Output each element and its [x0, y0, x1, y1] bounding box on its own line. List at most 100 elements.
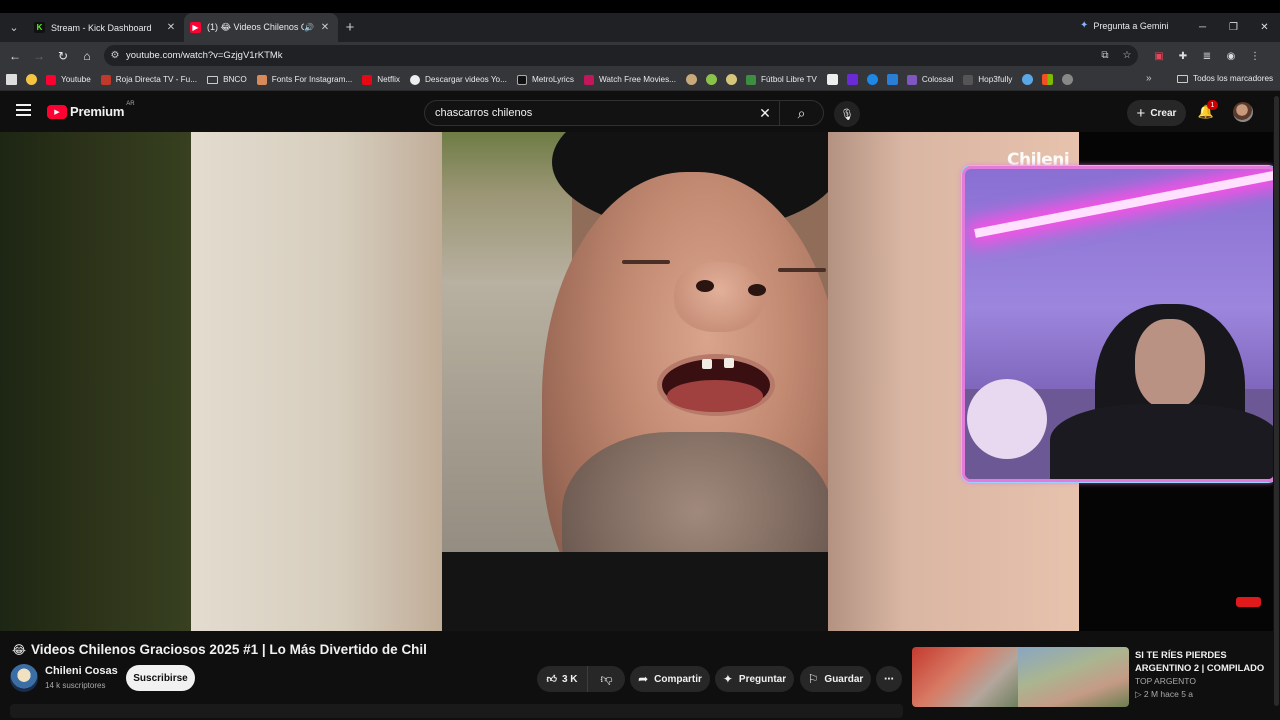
tab-title: (1) 😂 Videos Chilenos Gra — [207, 22, 304, 32]
site-info-icon[interactable]: ⚙ — [104, 50, 126, 61]
clear-search-icon[interactable]: ✕ — [751, 105, 779, 122]
description-box-edge — [10, 704, 903, 718]
back-icon[interactable]: ← — [3, 44, 27, 68]
more-actions-icon[interactable]: ⋯ — [876, 666, 902, 692]
dislike-button[interactable]: 👎︎ — [588, 666, 625, 692]
bookmark-icon-e[interactable] — [866, 74, 878, 85]
subscribe-button[interactable]: Suscribirse — [126, 665, 195, 691]
save-button[interactable]: ⚐ Guardar — [800, 666, 871, 692]
search-box[interactable]: chascarros chilenos ✕ ⌕ — [424, 100, 824, 126]
video-player[interactable]: Chileni — [0, 132, 1280, 631]
thumbnail-left-half — [912, 647, 1018, 707]
netflix-icon — [362, 74, 373, 85]
reload-icon[interactable]: ↻ — [51, 44, 75, 68]
install-app-icon[interactable]: ⧉ — [1094, 50, 1116, 61]
channel-avatar[interactable] — [10, 664, 38, 692]
bookmarks-bar: Youtube Roja Directa TV - Fu... BNCO Fon… — [0, 69, 1280, 91]
bookmark-netflix[interactable]: Netflix — [362, 74, 400, 85]
bookmark-metrolyrics[interactable]: MetroLyrics — [516, 74, 574, 85]
movies-icon — [583, 74, 594, 85]
microphone-icon[interactable]: 🎙 — [834, 101, 860, 127]
extension-icon[interactable]: ▣ — [1148, 46, 1170, 66]
bookmark-label: Roja Directa TV - Fu... — [115, 75, 198, 84]
ask-button[interactable]: ✦ Preguntar — [715, 666, 794, 692]
thumbs-up-icon: 👍︎ — [546, 674, 557, 685]
create-label: Crear — [1150, 107, 1177, 119]
scrollbar-thumb[interactable] — [1274, 96, 1279, 706]
bookmark-descargar[interactable]: Descargar videos Yo... — [410, 74, 507, 85]
bookmark-icon-d[interactable] — [826, 74, 838, 85]
bookmark-futbol-libre[interactable]: Fútbol Libre TV — [746, 74, 817, 85]
window-controls: ─ ❐ ✕ — [1187, 13, 1280, 42]
tab-kick-dashboard[interactable]: K Stream - Kick Dashboard ✕ — [28, 13, 184, 42]
profile-icon[interactable]: ◉ — [1220, 46, 1242, 66]
bookmark-colossal[interactable]: Colossal — [906, 74, 953, 85]
speaker-icon[interactable]: 🔊 — [304, 23, 314, 32]
video-blur-left-dark — [0, 132, 191, 631]
more-bookmarks-icon[interactable]: » — [1146, 73, 1152, 84]
media-control-icon[interactable]: ≣ — [1196, 46, 1218, 66]
video-blur-left — [191, 132, 442, 631]
close-tab-icon[interactable]: ✕ — [318, 22, 332, 33]
account-avatar[interactable] — [1233, 102, 1253, 122]
suggested-video-title[interactable]: SI TE RÍES PIERDES ARGENTINO 2 | COMPILA… — [1135, 648, 1270, 674]
yahoo-icon[interactable] — [846, 74, 858, 85]
gemini-button[interactable]: ✦ Pregunta a Gemini — [1080, 20, 1168, 31]
url-text: youtube.com/watch?v=GzjgV1rKTMk — [126, 50, 283, 61]
channel-name[interactable]: Chileni Cosas — [45, 665, 118, 677]
like-button[interactable]: 👍︎ 3 K — [537, 666, 588, 692]
bookmark-hop3fully[interactable]: Hop3fully — [963, 74, 1013, 85]
subscribe-watermark-badge — [1236, 597, 1261, 607]
kebab-menu-icon[interactable]: ⋮ — [1244, 46, 1266, 66]
thumbs-down-icon: 👎︎ — [600, 671, 613, 686]
like-dislike-group: 👍︎ 3 K 👎︎ — [537, 666, 625, 692]
region-code: AR — [126, 100, 135, 107]
bookmark-icon-b[interactable] — [706, 74, 717, 85]
bookmark-icon-f[interactable] — [886, 74, 898, 85]
menu-icon[interactable] — [16, 104, 31, 116]
search-input[interactable]: chascarros chilenos — [425, 107, 751, 119]
puzzle-icon[interactable]: ✚ — [1172, 46, 1194, 66]
restore-icon[interactable]: ❐ — [1218, 13, 1249, 42]
bookmark-fonts[interactable]: Fonts For Instagram... — [256, 74, 352, 85]
share-button[interactable]: ➦ Compartir — [630, 666, 710, 692]
bookmark-label: Watch Free Movies... — [598, 75, 676, 84]
notifications-bell-icon[interactable]: 🔔 1 — [1196, 100, 1218, 122]
bookmark-label: Hop3fully — [978, 75, 1013, 84]
new-tab-button[interactable]: + — [340, 18, 360, 38]
bookmark-youtube[interactable]: Youtube — [46, 74, 91, 85]
streamer-face — [1135, 319, 1205, 409]
globe-icon[interactable] — [1062, 74, 1074, 85]
minimize-icon[interactable]: ─ — [1187, 13, 1218, 42]
home-icon[interactable]: ⌂ — [75, 44, 99, 68]
address-bar[interactable]: ⚙ youtube.com/watch?v=GzjgV1rKTMk ⧉ ☆ — [104, 45, 1138, 66]
suggested-video-meta: ▷ 2 M hace 5 a — [1135, 689, 1194, 699]
create-button[interactable]: + Crear — [1127, 100, 1186, 126]
bookmark-roja-directa[interactable]: Roja Directa TV - Fu... — [100, 74, 198, 85]
bookmark-watch-free[interactable]: Watch Free Movies... — [583, 74, 676, 85]
all-bookmarks-folder[interactable]: Todos los marcadores — [1177, 74, 1273, 83]
plus-icon: + — [1136, 104, 1146, 122]
bookmark-bnco[interactable]: BNCO — [207, 75, 247, 84]
bookmark-star-icon[interactable]: ☆ — [1116, 50, 1138, 61]
apps-grid-icon[interactable] — [6, 74, 17, 85]
close-window-icon[interactable]: ✕ — [1249, 13, 1280, 42]
suggested-video-channel[interactable]: TOP ARGENTO — [1135, 676, 1196, 686]
microsoft-icon[interactable] — [1042, 74, 1054, 85]
close-tab-icon[interactable]: ✕ — [164, 22, 178, 33]
bookmark-icon-c[interactable] — [726, 74, 737, 85]
save-label: Guardar — [824, 673, 864, 685]
tab-search-icon[interactable]: ⌄ — [1, 15, 27, 41]
forward-icon[interactable]: → — [27, 44, 51, 68]
plush-toy — [967, 379, 1047, 459]
search-icon[interactable]: ⌕ — [779, 101, 823, 125]
youtube-logo[interactable]: ▶ Premium AR — [47, 100, 135, 119]
bookmark-icon-g[interactable] — [1022, 74, 1034, 85]
emoji-bookmark-icon[interactable] — [26, 74, 37, 85]
extensions-area: ▣ ✚ ≣ ◉ ⋮ — [1148, 46, 1266, 66]
bookmark-icon-a[interactable] — [686, 74, 697, 85]
youtube-icon — [46, 74, 56, 85]
suggested-video-thumbnail[interactable] — [912, 647, 1129, 707]
kick-icon: K — [34, 22, 45, 33]
tab-youtube-video[interactable]: ▶ (1) 😂 Videos Chilenos Gra 🔊 ✕ — [184, 13, 338, 42]
